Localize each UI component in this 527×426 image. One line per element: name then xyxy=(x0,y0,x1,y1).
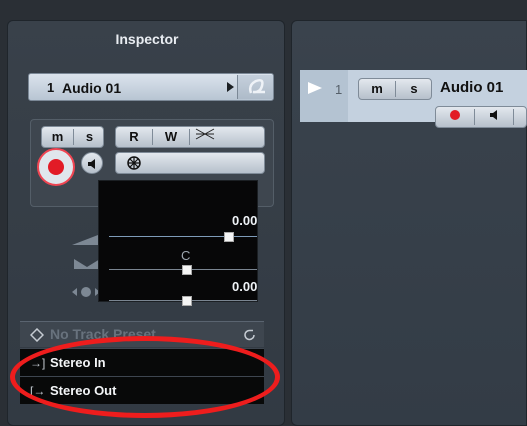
record-icon xyxy=(48,159,64,175)
track-mute-solo-group: m s xyxy=(358,78,432,100)
input-icon: →] xyxy=(30,356,46,370)
track-mute-button[interactable]: m xyxy=(359,79,395,99)
pan-value: C xyxy=(181,248,191,263)
speaker-icon xyxy=(490,110,497,120)
speaker-icon xyxy=(88,159,95,169)
track-selected-icon xyxy=(308,82,322,94)
pan-knob[interactable] xyxy=(182,265,192,275)
record-icon xyxy=(450,110,460,120)
solo-button[interactable]: s xyxy=(74,127,105,147)
delay-knob[interactable] xyxy=(182,296,192,306)
input-routing-row[interactable]: →] Stereo In xyxy=(20,348,264,376)
track-selector[interactable]: 1 Audio 01 xyxy=(28,73,274,101)
preset-label: No Track Preset xyxy=(50,326,156,342)
track-name: Audio 01 xyxy=(62,80,122,96)
automation-group: R W xyxy=(115,126,265,148)
inspector-title: Inspector xyxy=(115,31,179,47)
automation-icon xyxy=(195,128,215,140)
output-icon: [→ xyxy=(30,384,46,398)
edit-icon xyxy=(248,78,265,94)
freeze-button[interactable] xyxy=(115,152,265,174)
track-header[interactable]: 1 m s Audio 01 xyxy=(300,70,527,128)
delay-value: 0.00 xyxy=(232,279,258,294)
track-record-button[interactable] xyxy=(436,107,474,127)
write-button[interactable]: W xyxy=(153,127,189,147)
output-routing-label: Stereo Out xyxy=(50,383,117,398)
track-header-number: 1 xyxy=(335,82,343,97)
edit-channel-button[interactable] xyxy=(237,75,273,99)
output-routing-row[interactable]: [→ Stereo Out xyxy=(20,376,264,404)
track-solo-button[interactable]: s xyxy=(396,79,432,99)
mute-solo-group: m s xyxy=(41,126,104,148)
input-routing-label: Stereo In xyxy=(50,355,106,370)
volume-value: 0.00 xyxy=(232,213,258,228)
read-button[interactable]: R xyxy=(116,127,152,147)
volume-icon xyxy=(72,235,98,245)
monitor-button[interactable] xyxy=(81,152,103,174)
track-header-name: Audio 01 xyxy=(440,79,504,96)
volume-track xyxy=(109,236,257,237)
automation-mode-button[interactable] xyxy=(190,127,220,147)
track-number: 1 xyxy=(47,80,55,95)
preset-icon xyxy=(30,328,44,342)
freeze-icon xyxy=(127,156,141,170)
refresh-icon[interactable] xyxy=(242,327,258,343)
fader-section: 0.00 C 0.00 xyxy=(98,180,258,306)
record-enable-button[interactable] xyxy=(37,148,75,186)
track-monitor-button[interactable] xyxy=(475,107,513,127)
track-record-monitor-group xyxy=(435,106,527,128)
mute-button[interactable]: m xyxy=(42,127,73,147)
volume-fader[interactable] xyxy=(224,232,234,242)
track-preset-row[interactable]: No Track Preset xyxy=(20,321,264,347)
chevron-right-icon xyxy=(227,82,234,92)
